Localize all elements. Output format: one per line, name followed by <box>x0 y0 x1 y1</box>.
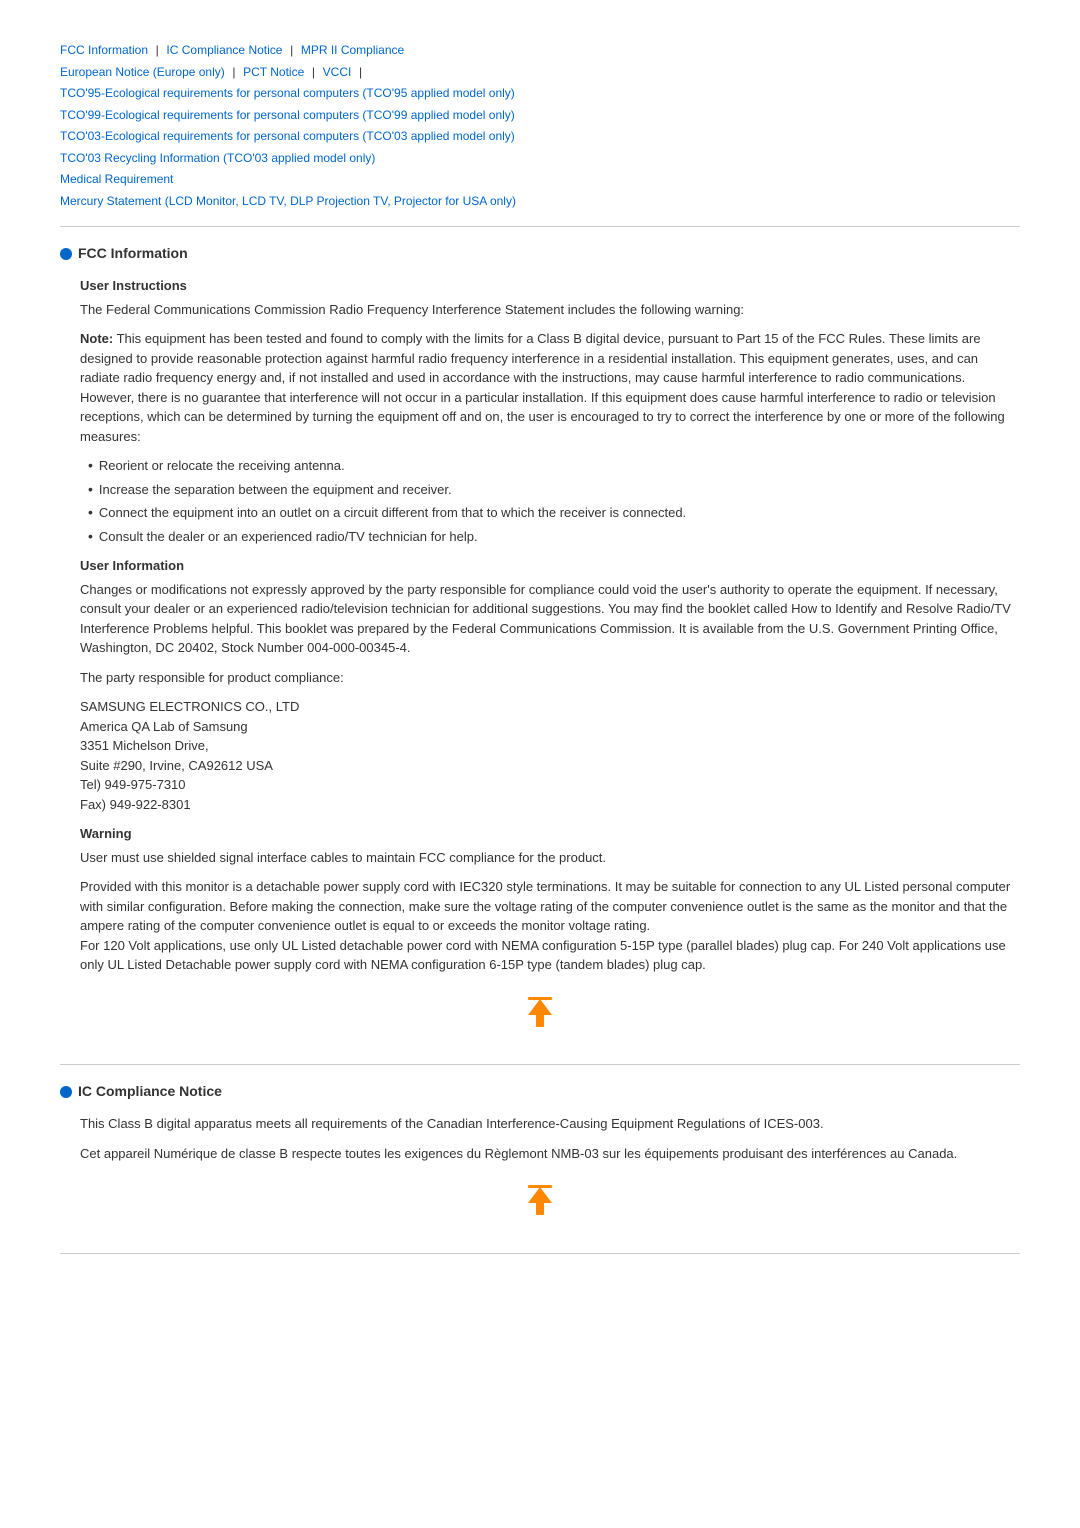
ic-p1: This Class B digital apparatus meets all… <box>80 1114 1020 1134</box>
measure-item-3: Connect the equipment into an outlet on … <box>88 503 1020 523</box>
user-information-p2: The party responsible for product compli… <box>80 668 1020 688</box>
ic-section: IC Compliance Notice This Class B digita… <box>60 1081 1020 1229</box>
nav-line-8: Mercury Statement (LCD Monitor, LCD TV, … <box>60 191 1020 211</box>
nav-tco95[interactable]: TCO'95-Ecological requirements for perso… <box>60 86 515 100</box>
measure-item-4: Consult the dealer or an experienced rad… <box>88 527 1020 547</box>
fcc-section: FCC Information User Instructions The Fe… <box>60 243 1020 1040</box>
fcc-title-text: FCC Information <box>78 243 188 264</box>
top-button-container-ic <box>60 1179 1020 1229</box>
divider-top <box>60 226 1020 227</box>
address-line-3: 3351 Michelson Drive, <box>80 736 1020 756</box>
nav-european-notice[interactable]: European Notice (Europe only) <box>60 65 225 79</box>
nav-line-4: TCO'99-Ecological requirements for perso… <box>60 105 1020 125</box>
address-line-6: Fax) 949-922-8301 <box>80 795 1020 815</box>
fcc-bullet-icon <box>60 248 72 260</box>
note-bold: Note: <box>80 331 113 346</box>
ic-content: This Class B digital apparatus meets all… <box>60 1114 1020 1163</box>
measure-item-1: Reorient or relocate the receiving anten… <box>88 456 1020 476</box>
note-text: This equipment has been tested and found… <box>80 331 1005 444</box>
nav-ic-compliance[interactable]: IC Compliance Notice <box>166 43 282 57</box>
ic-bullet-icon <box>60 1086 72 1098</box>
nav-mpr-compliance[interactable]: MPR II Compliance <box>301 43 404 57</box>
divider-bottom <box>60 1253 1020 1254</box>
user-information-p1: Changes or modifications not expressly a… <box>80 580 1020 658</box>
top-button-fcc[interactable] <box>518 991 562 1035</box>
fcc-section-title: FCC Information <box>60 243 1020 264</box>
ic-p2: Cet appareil Numérique de classe B respe… <box>80 1144 1020 1164</box>
measure-item-2: Increase the separation between the equi… <box>88 480 1020 500</box>
address-line-5: Tel) 949-975-7310 <box>80 775 1020 795</box>
warning-p2: Provided with this monitor is a detachab… <box>80 877 1020 975</box>
warning-p1: User must use shielded signal interface … <box>80 848 1020 868</box>
nav-tco03-recycling[interactable]: TCO'03 Recycling Information (TCO'03 app… <box>60 151 375 165</box>
nav-vcci[interactable]: VCCI <box>323 65 352 79</box>
address-line-1: SAMSUNG ELECTRONICS CO., LTD <box>80 697 1020 717</box>
warning-title: Warning <box>80 824 1020 844</box>
address-block: SAMSUNG ELECTRONICS CO., LTD America QA … <box>80 697 1020 814</box>
address-line-4: Suite #290, Irvine, CA92612 USA <box>80 756 1020 776</box>
user-instructions-title: User Instructions <box>80 276 1020 296</box>
nav-medical[interactable]: Medical Requirement <box>60 172 173 186</box>
measures-list: Reorient or relocate the receiving anten… <box>80 456 1020 546</box>
nav-line-6: TCO'03 Recycling Information (TCO'03 app… <box>60 148 1020 168</box>
nav-tco03[interactable]: TCO'03-Ecological requirements for perso… <box>60 129 515 143</box>
fcc-content: User Instructions The Federal Communicat… <box>60 276 1020 975</box>
top-button-ic[interactable] <box>518 1179 562 1223</box>
nav-tco99[interactable]: TCO'99-Ecological requirements for perso… <box>60 108 515 122</box>
address-line-2: America QA Lab of Samsung <box>80 717 1020 737</box>
top-button-container-fcc <box>60 991 1020 1041</box>
nav-line-2: European Notice (Europe only) | PCT Noti… <box>60 62 1020 82</box>
nav-fcc-info[interactable]: FCC Information <box>60 43 148 57</box>
user-information-title: User Information <box>80 556 1020 576</box>
nav-line-3: TCO'95-Ecological requirements for perso… <box>60 83 1020 103</box>
navigation-links: FCC Information | IC Compliance Notice |… <box>60 40 1020 210</box>
ic-section-title: IC Compliance Notice <box>60 1081 1020 1102</box>
nav-line-7: Medical Requirement <box>60 169 1020 189</box>
nav-line-1: FCC Information | IC Compliance Notice |… <box>60 40 1020 60</box>
user-instructions-p1: The Federal Communications Commission Ra… <box>80 300 1020 320</box>
nav-mercury[interactable]: Mercury Statement (LCD Monitor, LCD TV, … <box>60 194 516 208</box>
nav-line-5: TCO'03-Ecological requirements for perso… <box>60 126 1020 146</box>
nav-pct-notice[interactable]: PCT Notice <box>243 65 304 79</box>
divider-middle <box>60 1064 1020 1065</box>
ic-title-text: IC Compliance Notice <box>78 1081 222 1102</box>
user-instructions-note: Note: This equipment has been tested and… <box>80 329 1020 446</box>
